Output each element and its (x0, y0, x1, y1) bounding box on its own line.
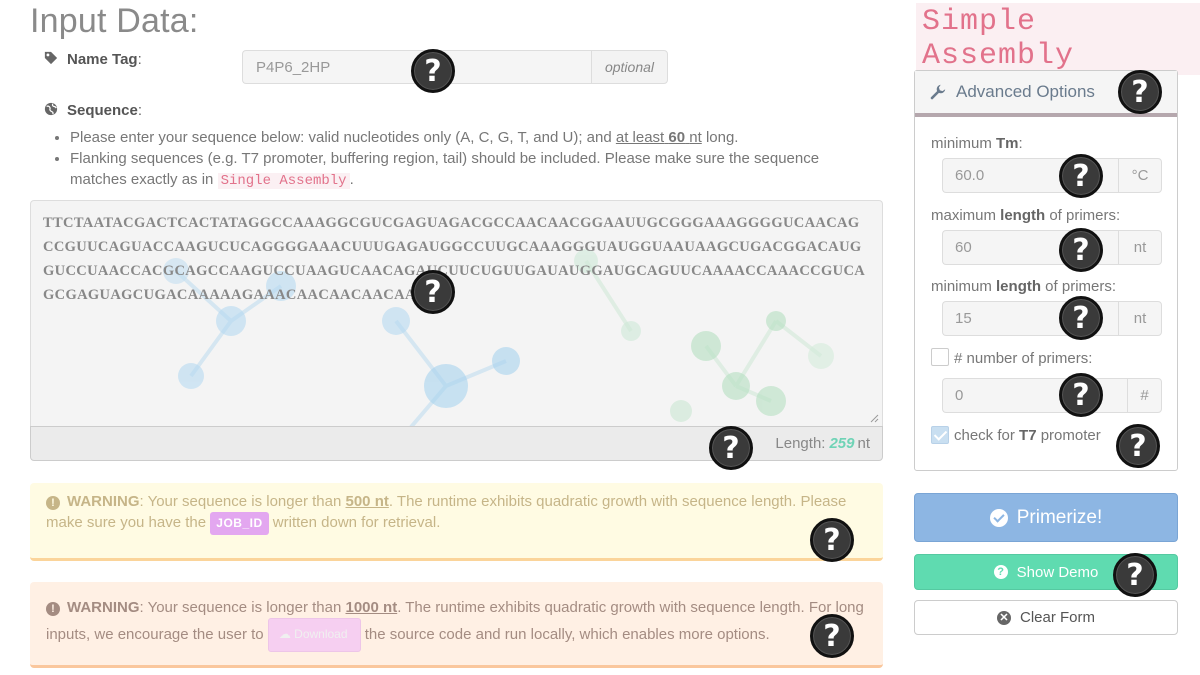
max-length-unit: nt (1118, 230, 1162, 265)
help-icon[interactable]: ? (810, 518, 854, 562)
instruction-underline: at least 60 nt (616, 129, 702, 146)
num-primers-unit: # (1127, 378, 1162, 413)
resize-handle-icon[interactable] (870, 414, 879, 423)
exclamation-icon: ! (46, 602, 60, 616)
help-icon[interactable]: ? (411, 270, 455, 314)
instruction-text-end: . (349, 171, 354, 188)
help-icon[interactable]: ? (709, 426, 753, 470)
name-tag-field[interactable]: P4P6_2HP optional (242, 50, 668, 84)
label-text: of primers: (1045, 207, 1121, 224)
check-circle-icon (989, 508, 1008, 527)
page-title: Input Data: (30, 2, 199, 40)
sequence-label-row: Sequence: (44, 102, 142, 119)
help-icon[interactable]: ? (1118, 70, 1162, 114)
name-tag-label: Name Tag (67, 51, 138, 68)
min-tm-unit: °C (1118, 158, 1162, 193)
download-button[interactable]: ☁ Download (267, 618, 361, 652)
download-label: Download (294, 627, 348, 641)
sequence-label: Sequence (67, 102, 138, 119)
num-primers-field[interactable]: 0 # (942, 378, 1162, 413)
label-text: : (1018, 135, 1023, 152)
num-primers-label: # number of primers: (954, 350, 1093, 367)
label-text: promoter (1036, 427, 1101, 444)
help-icon[interactable]: ? (810, 614, 854, 658)
name-tag-label-row: Name Tag: (44, 51, 142, 68)
max-length-label: maximum length of primers: (931, 207, 1120, 224)
exclamation-icon: ! (46, 496, 60, 510)
label-bold: length (996, 278, 1042, 295)
warning-500: ! WARNING: Your sequence is longer than 5… (30, 483, 883, 561)
job-id-badge: JOB_ID (210, 512, 269, 535)
clear-form-button[interactable]: ✕ Clear Form (914, 600, 1178, 635)
instruction-item: Please enter your sequence below: valid … (70, 127, 868, 148)
num-primers-checkbox[interactable] (931, 348, 949, 366)
label-text: maximum (931, 207, 1001, 224)
show-demo-label: Show Demo (1016, 563, 1099, 581)
sequence-textarea[interactable]: TTCTAATACGACTCACTATAGGCCAAAGGCGUCGAGUAGA… (30, 200, 883, 426)
advanced-options-title: Advanced Options (956, 82, 1095, 101)
question-circle-icon: ? (993, 565, 1008, 579)
label-bold: Tm (996, 135, 1019, 152)
min-length-unit: nt (1118, 301, 1162, 336)
instruction-min-number: 60 (668, 129, 686, 146)
instruction-text: Please enter your sequence below: valid … (70, 129, 616, 146)
clear-form-label: Clear Form (1019, 609, 1095, 626)
warning-text: : Your sequence is longer than (139, 599, 346, 616)
globe-icon (44, 102, 58, 116)
label-text: check for (954, 427, 1020, 444)
sequence-instructions: Please enter your sequence below: valid … (48, 127, 868, 192)
tag-icon (44, 51, 58, 65)
instruction-at-least: at least (615, 129, 665, 146)
length-label: Length: (775, 435, 826, 452)
warning-1000: ! WARNING: Your sequence is longer than 1… (30, 582, 883, 668)
length-value: 259 (829, 435, 855, 452)
primerize-label: Primerize! (1016, 506, 1103, 528)
name-tag-addon: optional (591, 50, 668, 84)
instruction-text-end: long. (701, 129, 739, 146)
cloud-download-icon: ☁ (278, 627, 291, 641)
help-icon[interactable]: ? (1059, 154, 1103, 198)
warning-text: : Your sequence is longer than (139, 493, 346, 510)
wrench-icon (930, 84, 946, 100)
sequence-length-bar: Length: 259 nt (30, 426, 883, 461)
remove-circle-icon: ✕ (996, 610, 1011, 625)
max-length-field[interactable]: 60 nt (942, 230, 1162, 265)
instruction-item: Flanking sequences (e.g. T7 promoter, bu… (70, 148, 868, 192)
brand-badge: Simple Assembly (916, 3, 1200, 75)
min-tm-field[interactable]: 60.0 °C (942, 158, 1162, 193)
min-tm-label: minimum Tm: (931, 135, 1023, 152)
help-icon[interactable]: ? (1059, 373, 1103, 417)
warning-limit: 1000 nt (345, 599, 398, 616)
instruction-text: Flanking sequences (e.g. T7 promoter, bu… (70, 150, 820, 188)
warning-text: the source code and run locally, which e… (360, 625, 770, 643)
t7-checkbox[interactable] (931, 426, 949, 444)
warning-limit: 500 nt (345, 493, 389, 510)
help-icon[interactable]: ? (411, 49, 455, 93)
label-text: minimum (931, 278, 997, 295)
advanced-options-panel: Advanced Options minimum Tm: 60.0 °C max… (914, 70, 1178, 471)
length-unit: nt (857, 435, 870, 452)
help-icon[interactable]: ? (1059, 228, 1103, 272)
min-length-label: minimum length of primers: (931, 278, 1116, 295)
help-icon[interactable]: ? (1059, 296, 1103, 340)
label-text: of primers: (1041, 278, 1117, 295)
min-length-field[interactable]: 15 nt (942, 301, 1162, 336)
instruction-unit: nt (689, 129, 702, 146)
warning-title: WARNING (67, 493, 140, 510)
label-bold: T7 (1019, 427, 1037, 444)
help-icon[interactable]: ? (1113, 553, 1157, 597)
label-text: minimum (931, 135, 997, 152)
help-icon[interactable]: ? (1116, 424, 1160, 468)
sequence-value[interactable]: TTCTAATACGACTCACTATAGGCCAAAGGCGUCGAGUAGA… (31, 201, 882, 317)
label-bold: length (1000, 207, 1046, 224)
instruction-code: Single Assembly (217, 173, 350, 189)
t7-label: check for T7 promoter (954, 427, 1101, 444)
warning-title: WARNING (67, 599, 140, 616)
warning-text: written down for retrieval. (268, 514, 441, 531)
primerize-button[interactable]: Primerize! (914, 493, 1178, 542)
